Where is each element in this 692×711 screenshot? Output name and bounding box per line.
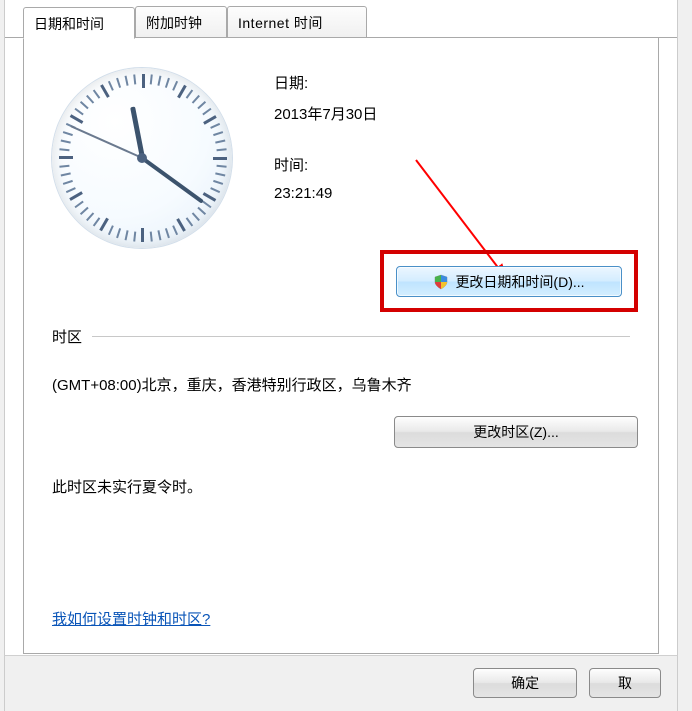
tab-additional-clocks[interactable]: 附加时钟	[135, 6, 227, 38]
timezone-value: (GMT+08:00)北京，重庆，香港特别行政区，乌鲁木齐	[52, 374, 412, 395]
dst-info-text: 此时区未实行夏令时。	[52, 476, 202, 497]
datetime-text-block: 日期: 2013年7月30日 时间: 23:21:49	[274, 68, 377, 232]
help-link[interactable]: 我如何设置时钟和时区?	[52, 608, 210, 629]
tab-content-date-and-time: 日期: 2013年7月30日 时间: 23:21:49	[23, 38, 659, 654]
date-value: 2013年7月30日	[274, 103, 377, 124]
divider-line	[92, 336, 630, 337]
tab-date-and-time[interactable]: 日期和时间	[23, 7, 135, 39]
dialog-button-bar: 确定 取	[4, 655, 678, 711]
timezone-header-label: 时区	[52, 326, 82, 347]
ok-button[interactable]: 确定	[473, 668, 577, 698]
annotation-highlight-box: 更改日期和时间(D)...	[380, 250, 638, 312]
change-date-time-label: 更改日期和时间(D)...	[455, 272, 584, 292]
tab-strip: 日期和时间 附加时钟 Internet 时间	[5, 6, 677, 38]
datetime-settings-window: 日期和时间 附加时钟 Internet 时间 日期: 2013年7月30日 时间…	[4, 0, 678, 711]
time-value: 23:21:49	[274, 185, 377, 202]
timezone-section-header: 时区	[52, 326, 630, 347]
tab-internet-time[interactable]: Internet 时间	[227, 6, 367, 38]
change-date-time-button[interactable]: 更改日期和时间(D)...	[396, 266, 622, 297]
uac-shield-icon	[433, 274, 449, 290]
date-label: 日期:	[274, 72, 377, 93]
analog-clock	[52, 68, 232, 248]
clock-section: 日期: 2013年7月30日 时间: 23:21:49	[52, 68, 630, 248]
clock-center-dot	[137, 153, 147, 163]
time-label: 时间:	[274, 154, 377, 175]
change-timezone-button[interactable]: 更改时区(Z)...	[394, 416, 638, 448]
cancel-button[interactable]: 取	[589, 668, 661, 698]
